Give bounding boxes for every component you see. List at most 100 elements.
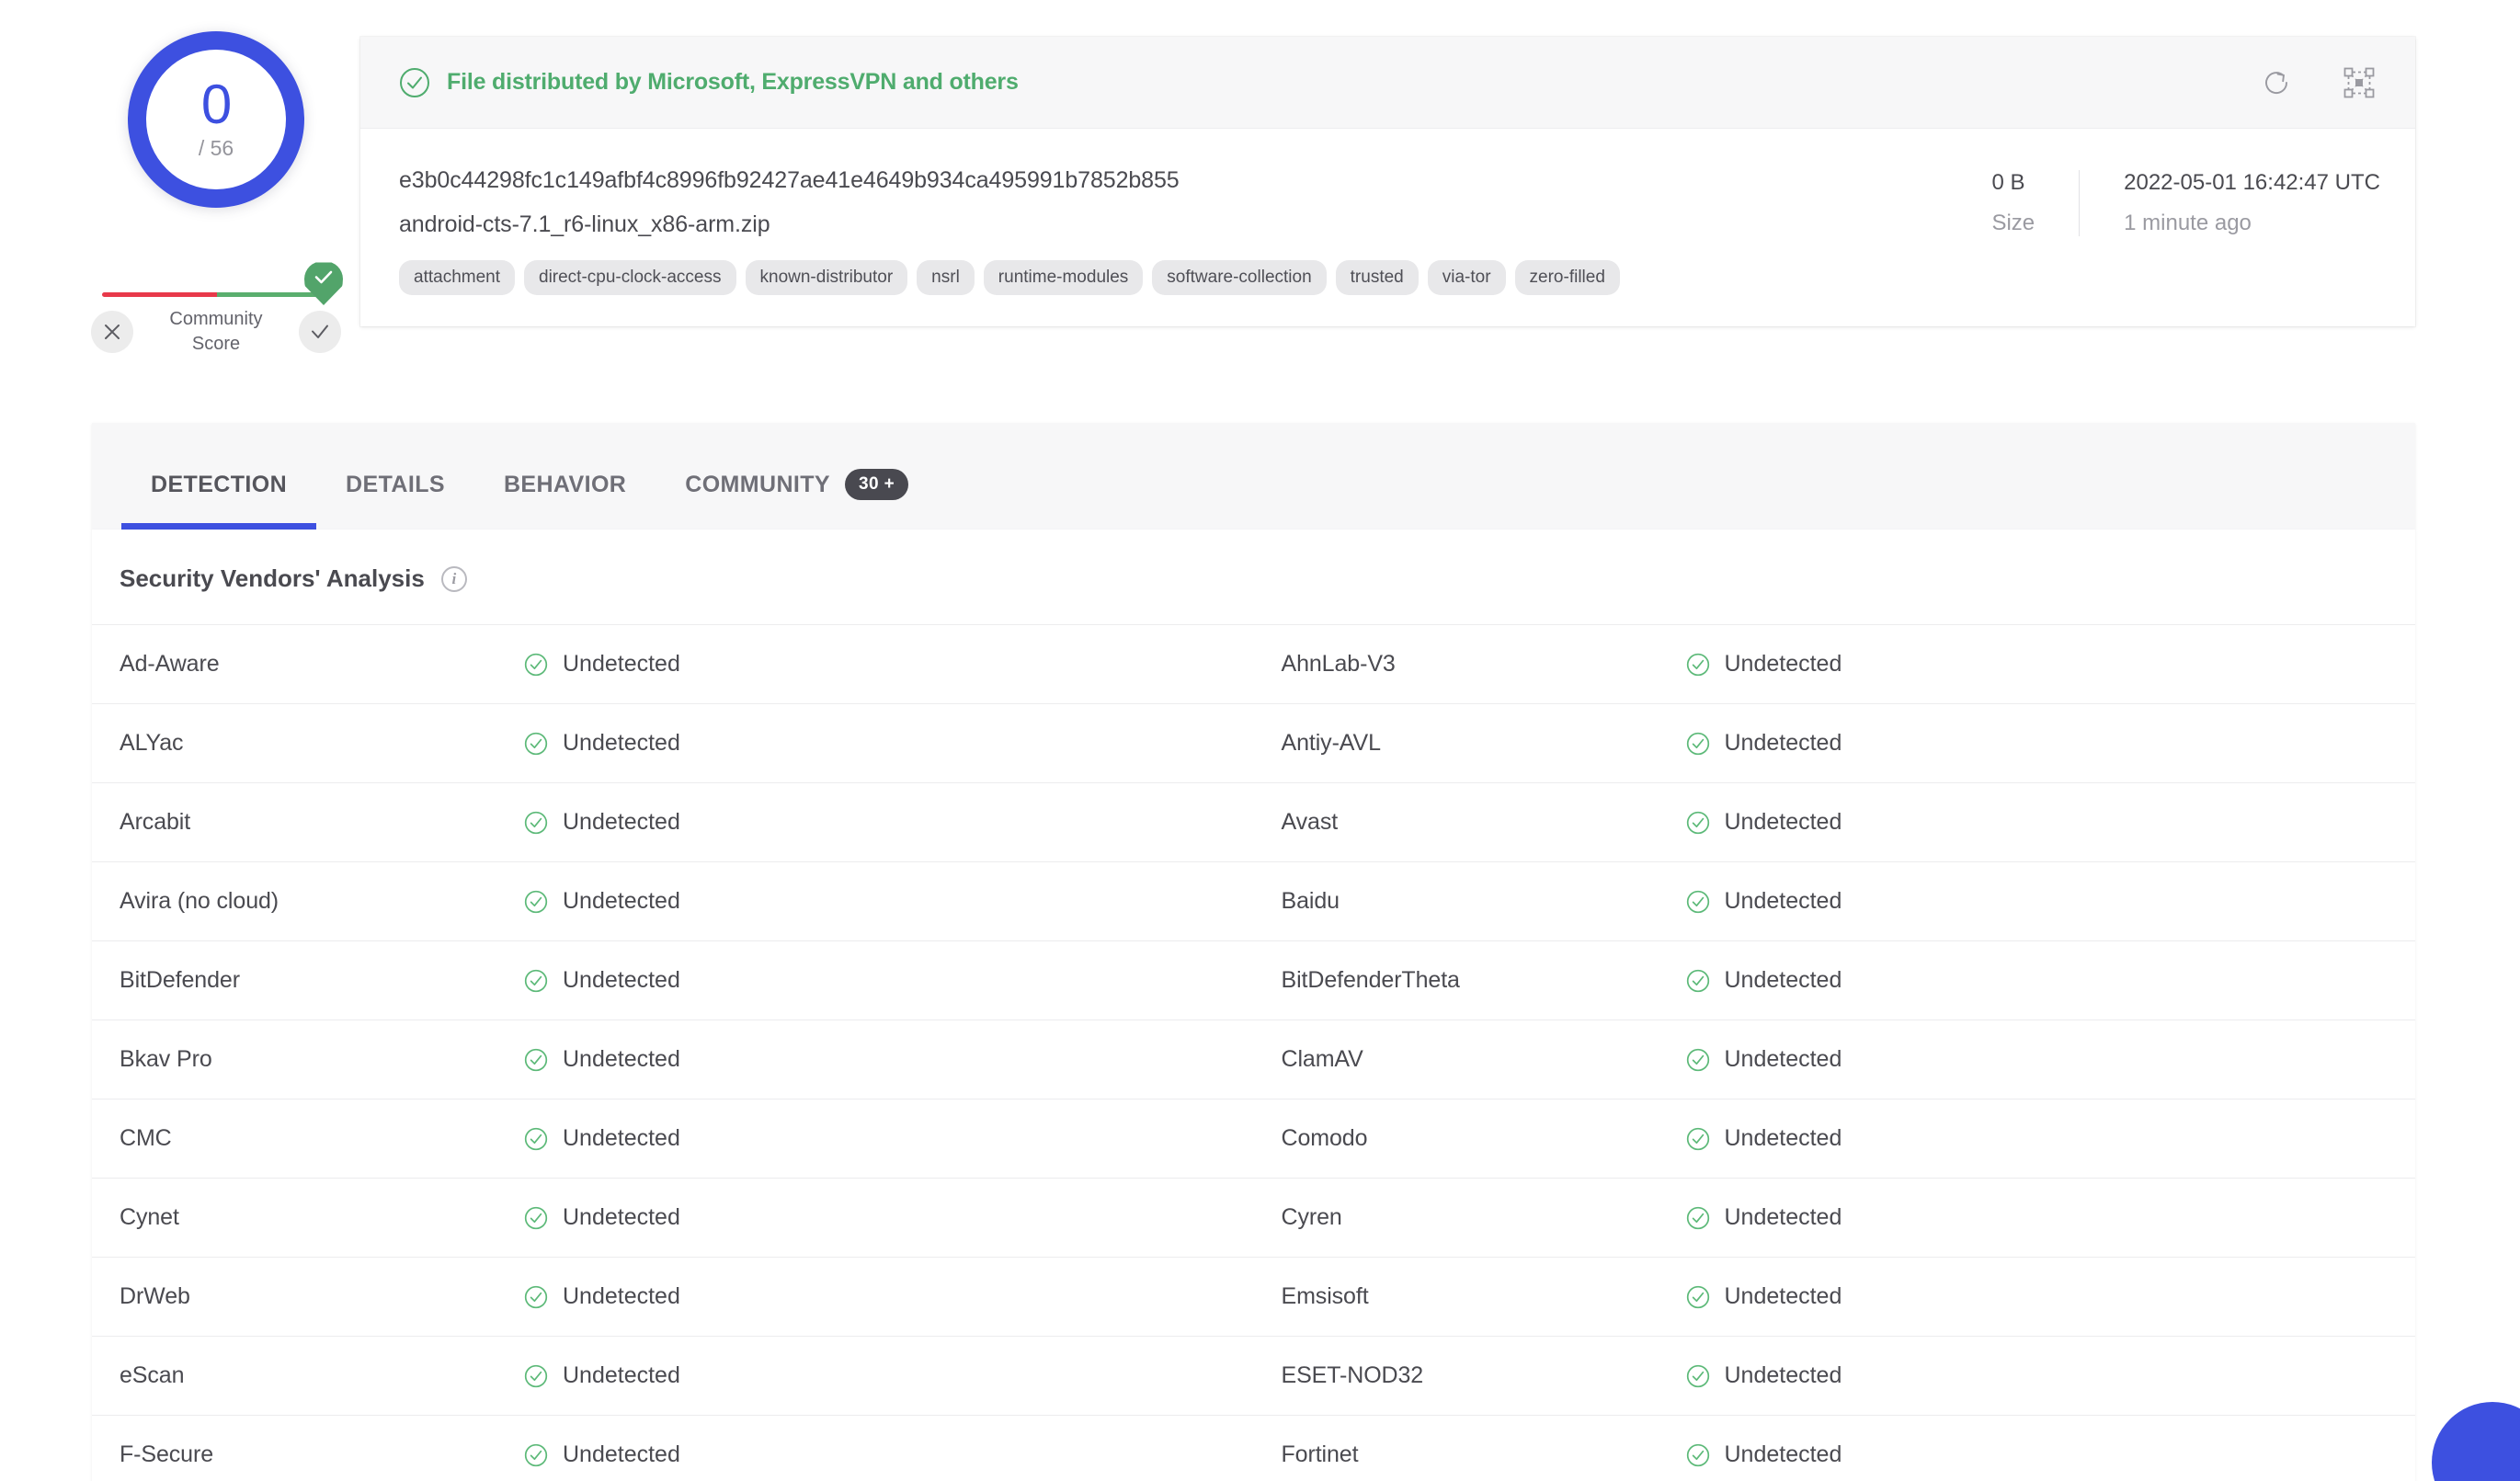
vendor-status: Undetected	[563, 651, 680, 678]
tab-details[interactable]: DETAILS	[316, 423, 474, 530]
vendor-entry: ALYacUndetected	[92, 704, 1254, 782]
vendor-status: Undetected	[563, 1125, 680, 1152]
vendor-entry: BaiduUndetected	[1254, 862, 2416, 940]
table-row: eScanUndetectedESET-NOD32Undetected	[92, 1336, 2415, 1415]
vendor-result: Undetected	[1686, 651, 1842, 678]
info-icon[interactable]: i	[441, 566, 467, 592]
file-tag[interactable]: known-distributor	[746, 260, 908, 295]
file-tag[interactable]: direct-cpu-clock-access	[524, 260, 736, 295]
check-icon[interactable]	[299, 311, 341, 353]
file-size-block: 0 B Size	[1991, 170, 2079, 236]
file-tag[interactable]: zero-filled	[1515, 260, 1620, 295]
vendor-result: Undetected	[1686, 1204, 1842, 1231]
file-hash[interactable]: e3b0c44298fc1c149afbf4c8996fb92427ae41e4…	[399, 167, 1942, 194]
table-row: Bkav ProUndetectedClamAVUndetected	[92, 1020, 2415, 1099]
vendor-result: Undetected	[524, 809, 680, 836]
file-verdict-bar: File distributed by Microsoft, ExpressVP…	[360, 37, 2415, 129]
vendor-status: Undetected	[563, 1362, 680, 1389]
similar-graph-icon[interactable]	[2338, 62, 2380, 104]
vendor-name: Emsisoft	[1282, 1283, 1686, 1310]
file-tag-list: attachment direct-cpu-clock-access known…	[399, 260, 1942, 295]
file-analysis-relative-time: 1 minute ago	[2124, 211, 2380, 236]
vendor-entry: Antiy-AVLUndetected	[1254, 704, 2416, 782]
community-score-bar-wrap	[91, 276, 341, 300]
file-tag[interactable]: via-tor	[1428, 260, 1506, 295]
vendor-name: Cynet	[120, 1204, 524, 1231]
check-circle-icon	[524, 1443, 548, 1467]
tab-detection[interactable]: DETECTION	[121, 423, 316, 530]
file-tag[interactable]: attachment	[399, 260, 515, 295]
vendor-result: Undetected	[524, 967, 680, 994]
check-circle-icon	[524, 1364, 548, 1388]
vendor-status: Undetected	[563, 1441, 680, 1468]
vendor-status: Undetected	[1725, 967, 1842, 994]
check-circle-icon	[1686, 1285, 1710, 1309]
tab-detection-label: DETECTION	[151, 472, 287, 498]
vendor-status: Undetected	[1725, 1204, 1842, 1231]
vendor-result: Undetected	[524, 1283, 680, 1310]
vendor-result: Undetected	[1686, 730, 1842, 757]
vendor-name: Arcabit	[120, 809, 524, 836]
vendor-name: Avira (no cloud)	[120, 888, 524, 915]
vendor-entry: ClamAVUndetected	[1254, 1020, 2416, 1099]
vendor-entry: Ad-AwareUndetected	[92, 625, 1254, 703]
vendor-name: F-Secure	[120, 1441, 524, 1468]
tab-behavior[interactable]: BEHAVIOR	[474, 423, 656, 530]
check-circle-icon	[524, 1048, 548, 1072]
file-metadata: 0 B Size 2022-05-01 16:42:47 UTC 1 minut…	[1964, 167, 2380, 295]
vendor-result: Undetected	[1686, 1283, 1842, 1310]
vendor-name: Antiy-AVL	[1282, 730, 1686, 757]
vendor-result: Undetected	[524, 1125, 680, 1152]
vendor-status: Undetected	[563, 888, 680, 915]
detection-ring-inner: 0 / 56	[146, 50, 286, 189]
vendor-name: eScan	[120, 1362, 524, 1389]
table-row: F-Secure Undetected FortinetUndetected	[92, 1415, 2415, 1481]
vendor-status: Undetected	[563, 809, 680, 836]
vendor-entry: FortinetUndetected	[1254, 1416, 2416, 1481]
check-circle-icon	[1686, 969, 1710, 993]
file-tag[interactable]: nsrl	[917, 260, 975, 295]
vendor-status: Undetected	[1725, 809, 1842, 836]
check-circle-icon	[524, 1285, 548, 1309]
tab-community-label: COMMUNITY	[685, 472, 830, 498]
detection-count: 0	[201, 79, 231, 131]
vendor-result: Undetected	[1686, 967, 1842, 994]
vendor-result: Undetected	[524, 651, 680, 678]
tab-details-label: DETAILS	[346, 472, 445, 498]
table-row: BitDefenderUndetectedBitDefenderThetaUnd…	[92, 940, 2415, 1020]
file-details: e3b0c44298fc1c149afbf4c8996fb92427ae41e4…	[360, 129, 2415, 326]
vendor-status: Undetected	[563, 1204, 680, 1231]
check-circle-icon	[524, 732, 548, 756]
vendor-result: Undetected	[1686, 809, 1842, 836]
file-size-label: Size	[1991, 211, 2035, 236]
detection-gauge: 0 / 56	[74, 31, 359, 208]
check-circle-icon	[1686, 732, 1710, 756]
table-row: ArcabitUndetectedAvastUndetected	[92, 782, 2415, 861]
file-tag[interactable]: trusted	[1336, 260, 1419, 295]
file-tag[interactable]: software-collection	[1152, 260, 1326, 295]
table-row: Avira (no cloud) Undetected BaiduUndetecte…	[92, 861, 2415, 940]
vendor-status: Undetected	[1725, 1283, 1842, 1310]
floating-action-button[interactable]	[2432, 1402, 2520, 1481]
file-analysis-date: 2022-05-01 16:42:47 UTC	[2124, 170, 2380, 196]
vendor-result: Undetected	[524, 1441, 680, 1468]
check-circle-icon	[524, 1127, 548, 1151]
vendor-name: ESET-NOD32	[1282, 1362, 1686, 1389]
check-circle-icon	[1686, 811, 1710, 835]
vendor-status: Undetected	[563, 730, 680, 757]
tab-community[interactable]: COMMUNITY 30 +	[656, 423, 938, 530]
vendor-results-table: Ad-AwareUndetectedAhnLab-V3UndetectedALY…	[92, 624, 2415, 1481]
vendor-result: Undetected	[524, 888, 680, 915]
reanalyze-icon[interactable]	[2255, 62, 2298, 104]
vendor-entry: Bkav ProUndetected	[92, 1020, 1254, 1099]
detection-total: / 56	[199, 136, 234, 161]
vendor-result: Undetected	[1686, 1125, 1842, 1152]
tab-strip: DETECTION DETAILS BEHAVIOR COMMUNITY 30 …	[92, 423, 2415, 530]
analysis-heading-text: Security Vendors' Analysis	[120, 564, 425, 593]
vendor-entry: Arcabit Undetected	[92, 783, 1254, 861]
file-tag[interactable]: runtime-modules	[984, 260, 1144, 295]
close-icon[interactable]	[91, 311, 133, 353]
vendor-name: DrWeb	[120, 1283, 524, 1310]
community-score-bar-negative	[102, 292, 217, 297]
table-row: ALYacUndetectedAntiy-AVLUndetected	[92, 703, 2415, 782]
